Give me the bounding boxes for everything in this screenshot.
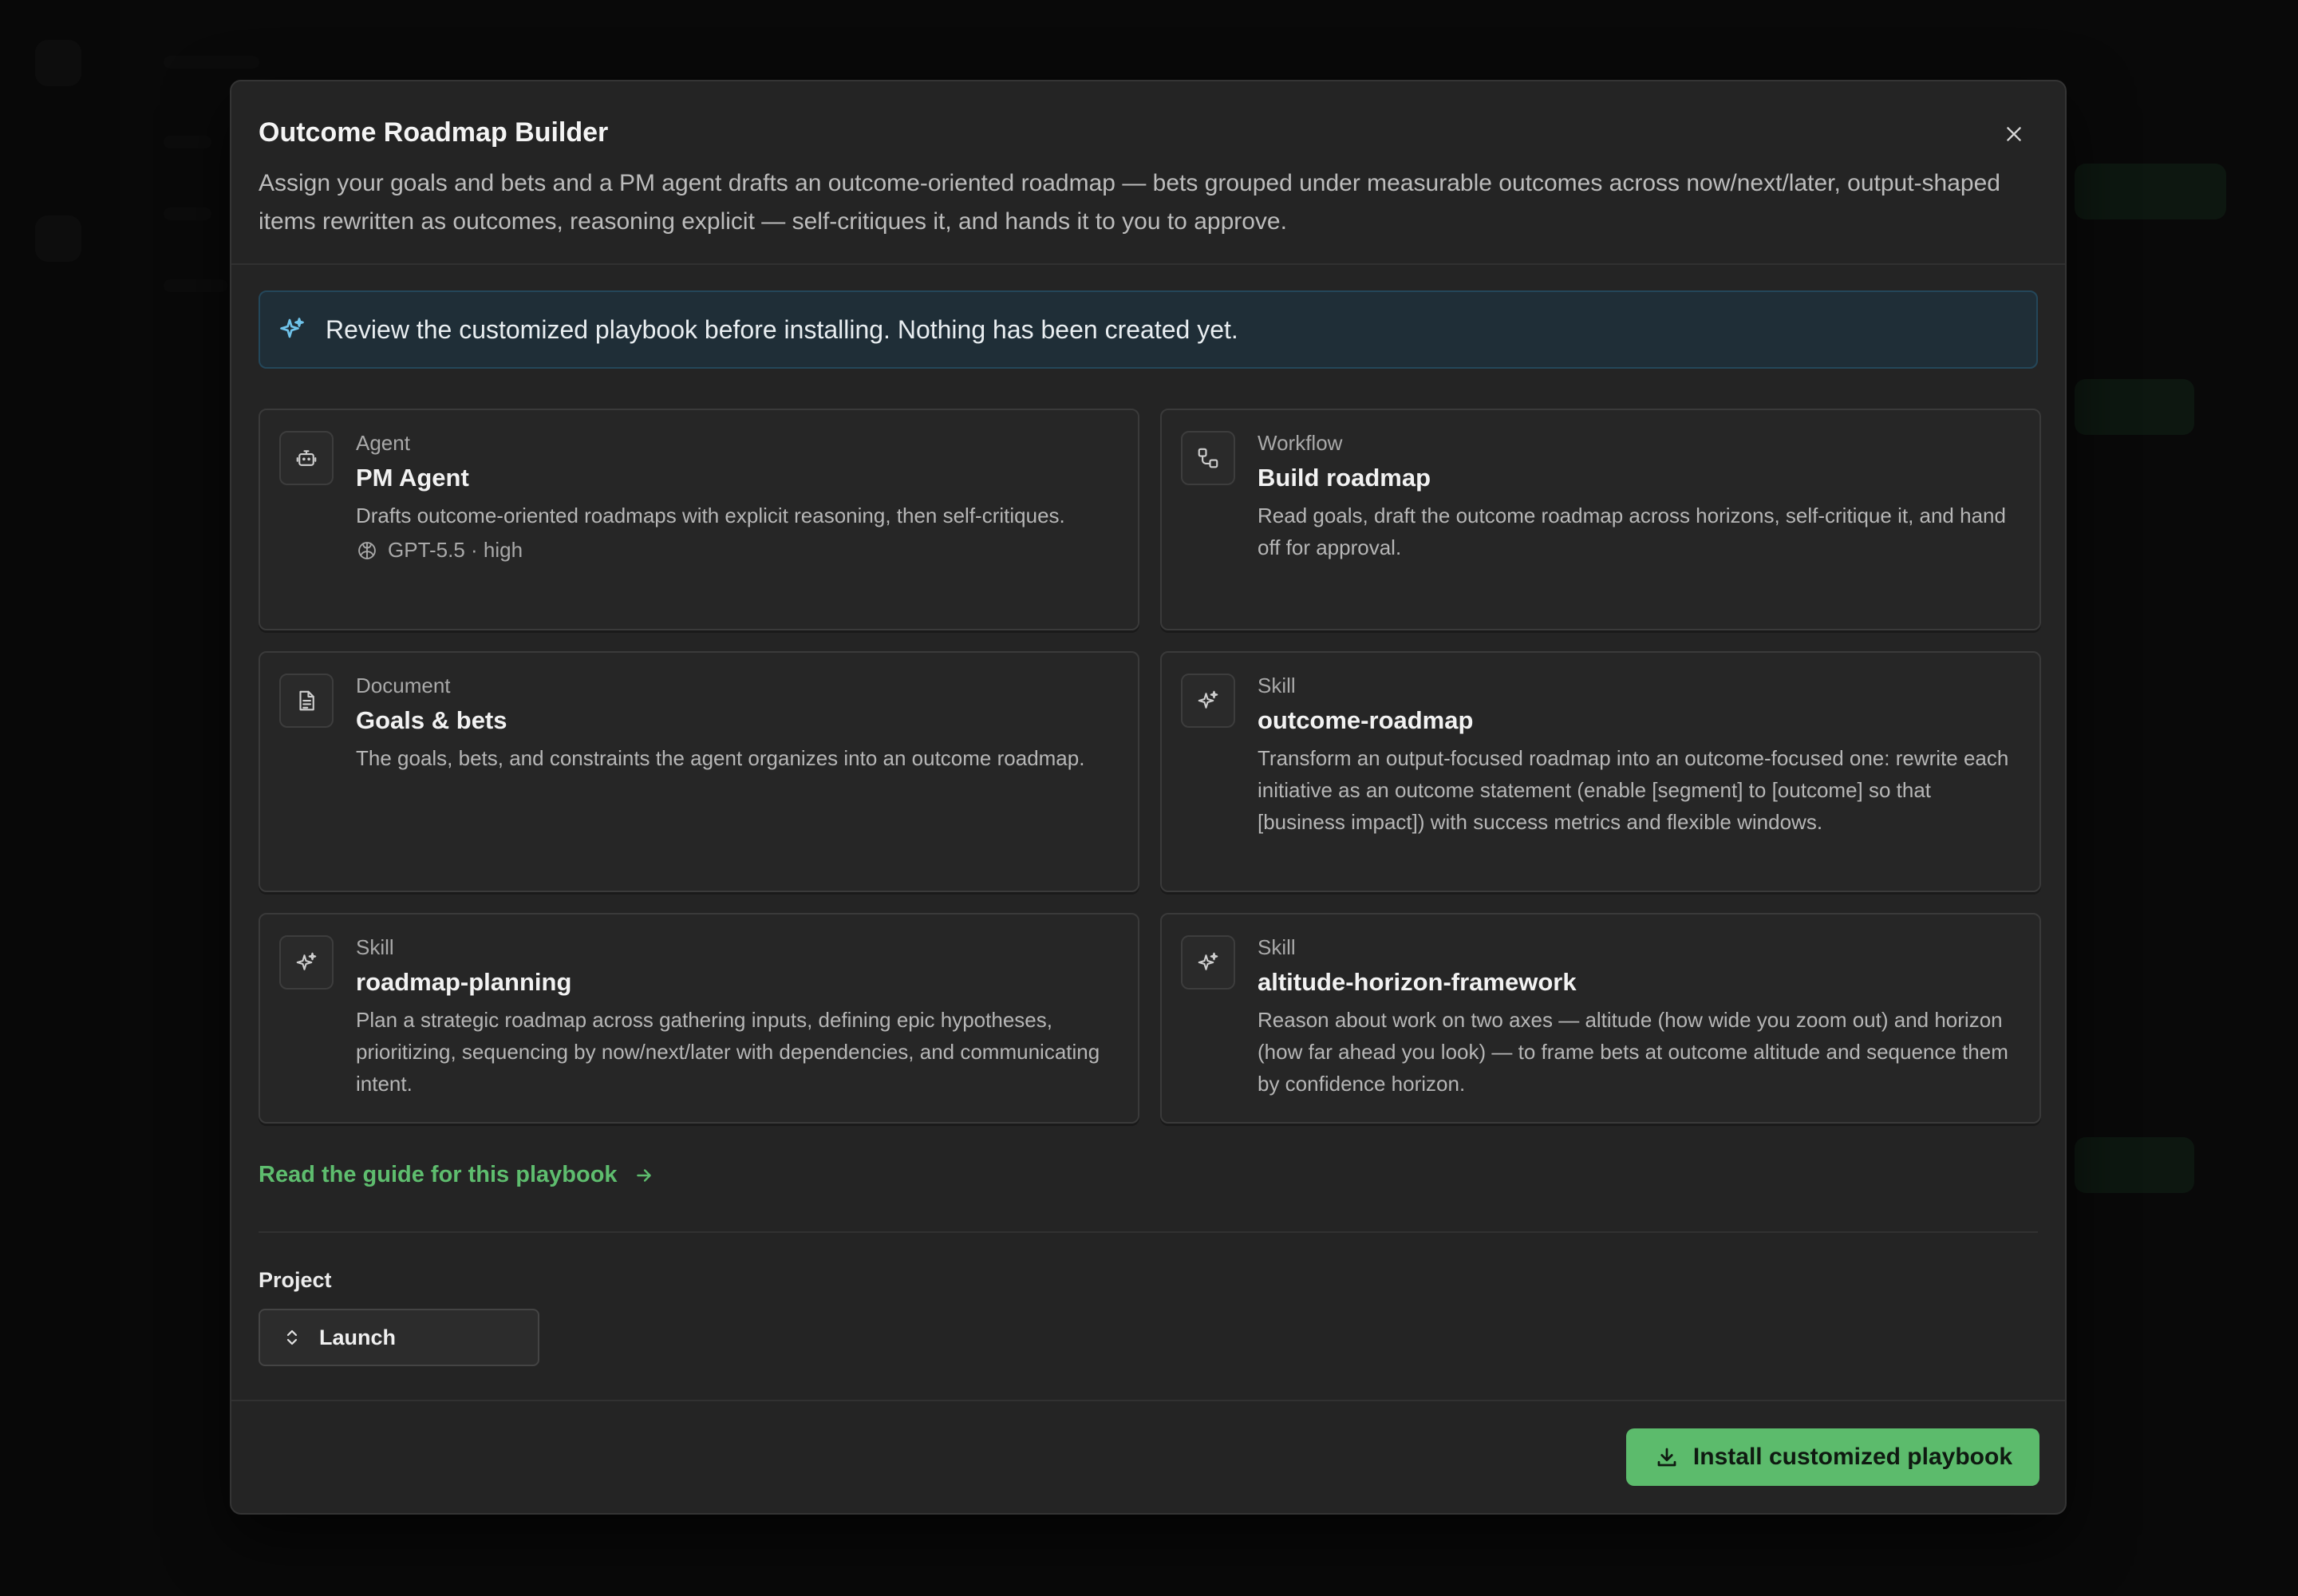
- section-divider: [259, 1231, 2038, 1233]
- modal-title: Outcome Roadmap Builder: [259, 117, 609, 148]
- item-type: Skill: [1258, 935, 1296, 959]
- item-card-pm-agent[interactable]: Agent PM Agent Drafts outcome-oriented r…: [259, 409, 1139, 630]
- playbook-items-grid: Agent PM Agent Drafts outcome-oriented r…: [259, 409, 2041, 1144]
- item-type: Agent: [356, 431, 410, 455]
- chevron-up-down-icon: [286, 1329, 298, 1345]
- sparkles-icon: [1181, 674, 1235, 728]
- item-type: Skill: [1258, 674, 1296, 697]
- model-label: GPT-5.5 · high: [388, 538, 523, 562]
- read-guide-label: Read the guide for this playbook: [259, 1162, 618, 1187]
- notice-text: Review the customized playbook before in…: [326, 314, 1238, 344]
- item-name: PM Agent: [356, 464, 469, 492]
- item-description: Reason about work on two axes — altitude…: [1258, 1008, 2008, 1096]
- review-notice: Review the customized playbook before in…: [259, 290, 2038, 369]
- item-name: Goals & bets: [356, 706, 507, 734]
- item-name: outcome-roadmap: [1258, 706, 1474, 734]
- robot-icon: [279, 431, 334, 485]
- item-description: Drafts outcome-oriented roadmaps with ex…: [356, 504, 1065, 527]
- item-card-goals-bets[interactable]: Document Goals & bets The goals, bets, a…: [259, 651, 1139, 892]
- sparkles-icon: [279, 935, 334, 990]
- item-description: Read goals, draft the outcome roadmap ac…: [1258, 504, 2006, 559]
- playbook-modal: Outcome Roadmap Builder Assign your goal…: [230, 80, 2067, 1515]
- item-name: Build roadmap: [1258, 464, 1431, 492]
- item-card-build-roadmap[interactable]: Workflow Build roadmap Read goals, draft…: [1160, 409, 2041, 630]
- item-description: The goals, bets, and constraints the age…: [356, 746, 1085, 770]
- model-meta: GPT-5.5 · high: [356, 538, 1117, 563]
- project-label: Project: [259, 1268, 332, 1292]
- install-playbook-button[interactable]: Install customized playbook: [1625, 1428, 2039, 1486]
- sparkles-icon: [1181, 935, 1235, 990]
- sparkles-icon: [278, 315, 306, 344]
- modal-footer: Install customized playbook: [231, 1400, 2065, 1513]
- modal-header: Outcome Roadmap Builder Assign your goal…: [231, 81, 2065, 265]
- install-button-label: Install customized playbook: [1692, 1444, 2012, 1470]
- item-name: roadmap-planning: [356, 968, 572, 996]
- download-icon: [1657, 1448, 1676, 1467]
- item-type: Skill: [356, 935, 394, 959]
- brain-icon: [358, 541, 376, 559]
- modal-body: Review the customized playbook before in…: [231, 265, 2065, 1366]
- item-name: altitude-horizon-framework: [1258, 968, 1577, 996]
- document-icon: [279, 674, 334, 728]
- project-select[interactable]: Launch: [259, 1309, 539, 1366]
- item-card-roadmap-planning[interactable]: Skill roadmap-planning Plan a strategic …: [259, 913, 1139, 1124]
- item-card-altitude-horizon-framework[interactable]: Skill altitude-horizon-framework Reason …: [1160, 913, 2041, 1124]
- close-button[interactable]: [1992, 112, 2036, 156]
- item-card-outcome-roadmap[interactable]: Skill outcome-roadmap Transform an outpu…: [1160, 651, 2041, 892]
- item-type: Workflow: [1258, 431, 1343, 455]
- item-description: Plan a strategic roadmap across gatherin…: [356, 1008, 1100, 1096]
- close-icon: [2007, 127, 2021, 141]
- arrow-right-icon: [636, 1168, 651, 1182]
- item-type: Document: [356, 674, 451, 697]
- project-select-value: Launch: [319, 1325, 397, 1349]
- read-guide-link[interactable]: Read the guide for this playbook: [259, 1162, 654, 1188]
- modal-description: Assign your goals and bets and a PM agen…: [259, 170, 2000, 235]
- item-description: Transform an output-focused roadmap into…: [1258, 746, 2009, 834]
- workflow-icon: [1181, 431, 1235, 485]
